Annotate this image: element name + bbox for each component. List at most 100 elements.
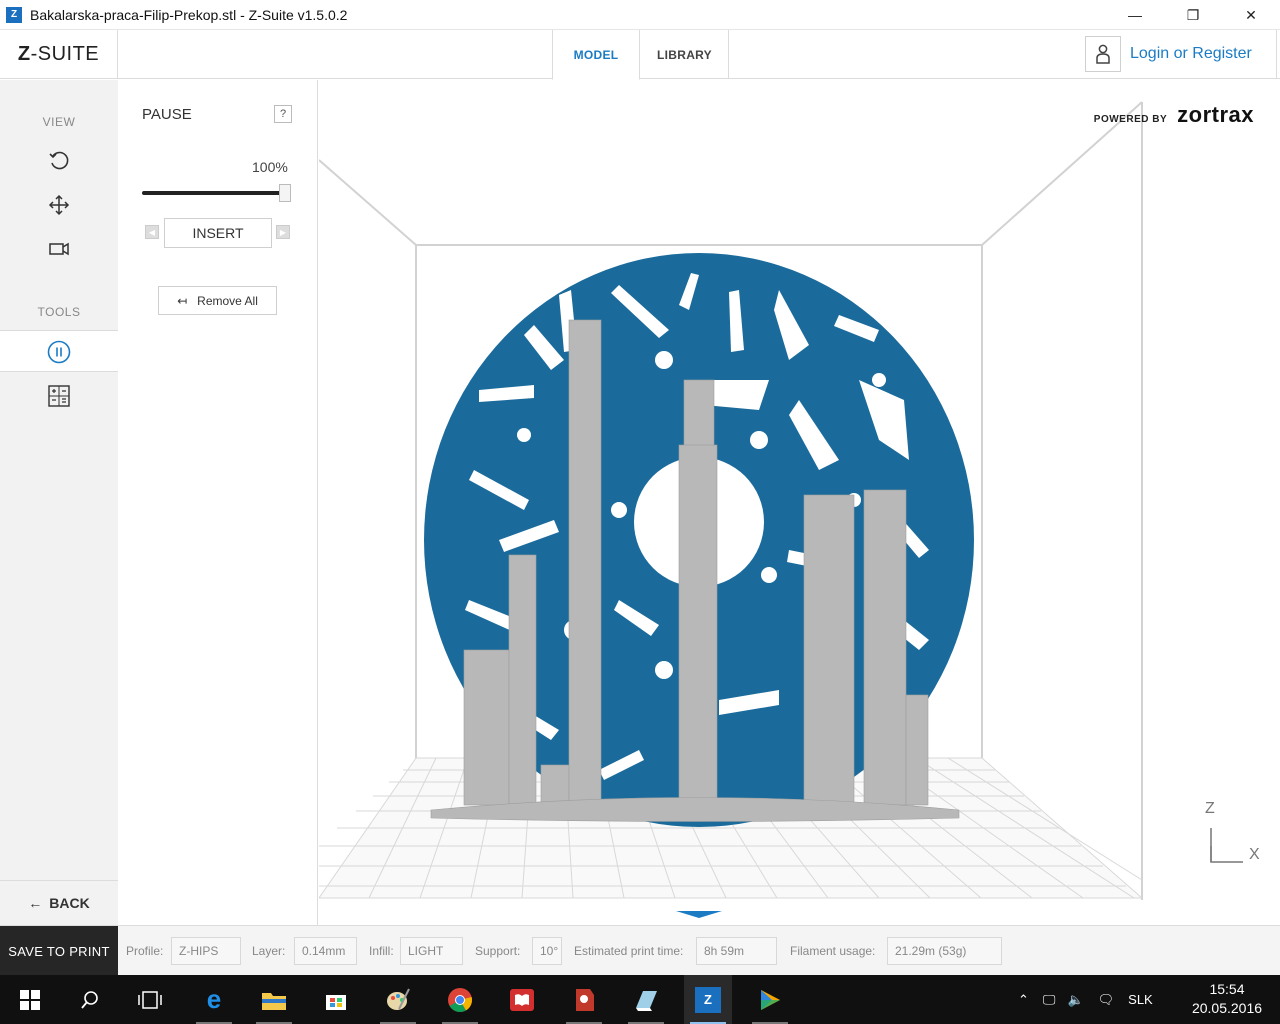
infill-value: LIGHT <box>400 937 463 965</box>
network-icon[interactable]: 🖵 <box>1043 992 1056 1008</box>
chevron-up-icon[interactable]: ⌃ <box>1018 992 1029 1008</box>
collapse-arrow-icon <box>676 911 722 918</box>
rotate-icon <box>49 151 69 170</box>
app-red-icon <box>576 988 594 1011</box>
calculator-tool-button[interactable] <box>44 381 74 411</box>
undo-arrow-icon: ↤ <box>177 293 188 308</box>
task-view-icon <box>138 990 162 1009</box>
remove-all-label: Remove All <box>197 293 258 308</box>
tab-model[interactable]: MODEL <box>552 30 640 80</box>
volume-icon[interactable]: 🔈 <box>1067 992 1083 1008</box>
tab-library[interactable]: LIBRARY <box>641 30 729 79</box>
save-to-print-button[interactable]: SAVE TO PRINT <box>0 926 118 976</box>
taskbar-clock[interactable]: 15:54 20.05.2016 <box>1188 980 1266 1018</box>
restore-button[interactable]: ❐ <box>1164 0 1222 30</box>
3d-viewport[interactable]: POWERED BY zortrax <box>319 80 1280 925</box>
back-button[interactable]: ← BACK <box>0 880 118 925</box>
zsuite-icon: Z <box>695 986 721 1013</box>
search-button[interactable] <box>66 975 114 1024</box>
user-button[interactable] <box>1085 36 1121 72</box>
profile-value: Z-HIPS <box>171 937 241 965</box>
move-view-button[interactable] <box>44 190 74 220</box>
camera-view-button[interactable] <box>44 234 74 264</box>
chrome-taskbar-button[interactable] <box>436 975 484 1024</box>
media-player-icon <box>761 989 780 1010</box>
layer-label: Layer: <box>252 944 286 958</box>
logo-suffix: -SUITE <box>30 43 100 65</box>
paint-icon <box>387 988 410 1010</box>
camera-icon <box>49 242 69 256</box>
zsuite-app-icon: Z <box>6 6 22 23</box>
print-time-value: 8h 59m <box>696 937 777 965</box>
triangle-left-icon: ◀ <box>148 227 156 237</box>
windows-start-icon <box>20 989 40 1010</box>
zsuite-logo: Z -SUITE <box>0 30 118 79</box>
zsuite-taskbar-button[interactable]: Z <box>684 975 732 1024</box>
action-center-icon[interactable]: 🗨 <box>1098 992 1115 1008</box>
window-controls: — ❐ ✕ <box>1106 0 1280 30</box>
tools-section-bg <box>0 372 118 880</box>
calculator-icon <box>48 385 70 407</box>
minimize-button[interactable]: — <box>1106 0 1164 30</box>
layer-percent: 100% <box>252 159 288 175</box>
tools-label: TOOLS <box>37 305 81 319</box>
sketch-taskbar-button[interactable] <box>622 975 670 1024</box>
start-button[interactable] <box>6 975 54 1024</box>
filament-value: 21.29m (53g) <box>887 937 1002 965</box>
store-taskbar-button[interactable] <box>312 975 360 1024</box>
left-sidebar: VIEW TOOLS ← BACK <box>0 80 119 925</box>
support-label: Support: <box>475 944 521 958</box>
reader-icon <box>510 988 534 1011</box>
axis-indicator <box>1210 828 1243 863</box>
filament-label: Filament usage: <box>790 944 876 958</box>
red-app-taskbar-button[interactable] <box>560 975 608 1024</box>
file-explorer-taskbar-button[interactable] <box>250 975 298 1024</box>
pause-panel: PAUSE ? 100% ◀ INSERT ▶ ↤ Remove All <box>118 80 318 925</box>
infill-label: Infill: <box>369 944 394 958</box>
media-player-taskbar-button[interactable] <box>746 975 794 1024</box>
prev-layer-button[interactable]: ◀ <box>145 225 159 239</box>
task-view-button[interactable] <box>126 975 174 1024</box>
help-button[interactable]: ? <box>274 105 292 123</box>
login-register-link[interactable]: Login or Register <box>1130 45 1252 63</box>
print-scene <box>319 101 1243 918</box>
edge-icon: e <box>206 984 222 1014</box>
layer-slider-track[interactable] <box>142 191 288 195</box>
layer-value: 0.14mm <box>294 937 357 965</box>
edge-taskbar-button[interactable]: e <box>190 975 238 1024</box>
language-indicator[interactable]: SLK <box>1128 992 1153 1007</box>
file-explorer-icon <box>262 992 286 1010</box>
view-label: VIEW <box>42 115 76 129</box>
next-layer-button[interactable]: ▶ <box>276 225 290 239</box>
zortrax-logo: zortrax <box>1177 102 1254 127</box>
powered-by-label: POWERED BY <box>1093 114 1168 125</box>
header-border <box>1276 30 1277 79</box>
print-time-label: Estimated print time: <box>574 944 684 958</box>
layer-slider-handle[interactable] <box>279 184 291 202</box>
clock-date: 20.05.2016 <box>1191 1000 1263 1016</box>
chrome-icon <box>448 987 472 1012</box>
remove-all-button[interactable]: ↤ Remove All <box>158 286 277 315</box>
windows-taskbar: e Z ⌃ 🖵 🔈 🗨 SLK 15:54 20.05.2016 <box>0 975 1280 1024</box>
close-button[interactable]: ✕ <box>1222 0 1280 30</box>
sketch-icon <box>636 990 657 1011</box>
system-tray: ⌃ 🖵 🔈 🗨 SLK <box>1018 975 1153 1024</box>
search-icon <box>81 990 98 1009</box>
store-icon <box>326 994 346 1010</box>
title-bar: Z Bakalarska-praca-Filip-Prekop.stl - Z-… <box>0 0 1280 30</box>
logo-prefix: Z <box>17 43 31 65</box>
rotate-view-button[interactable] <box>44 146 74 176</box>
pause-tool-button[interactable] <box>44 337 74 367</box>
pause-icon <box>47 340 71 364</box>
profile-label: Profile: <box>126 944 164 958</box>
app-header: Z -SUITE MODEL LIBRARY Login or Register <box>0 30 1280 80</box>
paint-taskbar-button[interactable] <box>374 975 422 1024</box>
insert-pause-button[interactable]: INSERT <box>164 218 272 248</box>
clock-time: 15:54 <box>1209 981 1245 997</box>
panel-title: PAUSE <box>142 106 192 123</box>
reader-taskbar-button[interactable] <box>498 975 546 1024</box>
print-settings-bar: SAVE TO PRINT Profile: Z-HIPS Layer: 0.1… <box>0 925 1280 976</box>
arrow-left-icon: ← <box>28 895 43 911</box>
user-icon <box>1096 44 1110 64</box>
back-label: BACK <box>49 895 90 911</box>
